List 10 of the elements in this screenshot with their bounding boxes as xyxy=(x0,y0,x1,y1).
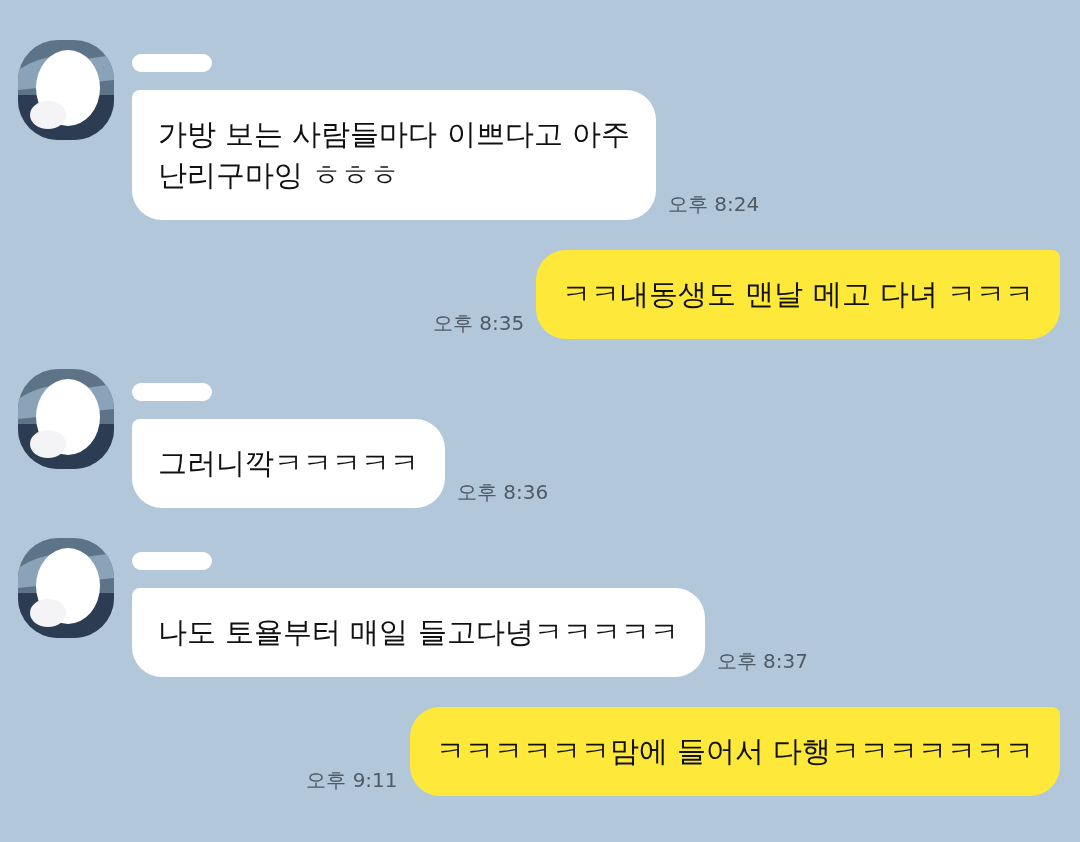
message-bubble: ㅋㅋ내동생도 맨날 메고 다녀 ㅋㅋㅋ xyxy=(536,250,1060,339)
message-time: 오후 8:36 xyxy=(457,479,549,506)
message-time: 오후 9:11 xyxy=(306,767,398,794)
message-time: 오후 8:37 xyxy=(716,648,808,675)
message-bubble: 나도 토욜부터 매일 들고다녕ㅋㅋㅋㅋㅋ xyxy=(132,588,705,677)
message-time: 오후 8:35 xyxy=(432,310,525,337)
message-time: 오후 8:24 xyxy=(667,191,760,218)
message-bubble: ㅋㅋㅋㅋㅋㅋ맘에 들어서 다행ㅋㅋㅋㅋㅋㅋㅋ xyxy=(409,707,1060,796)
message-bubble: 가방 보는 사람들마다 이쁘다고 아주 난리구마잉 ㅎㅎㅎ xyxy=(132,90,656,220)
message-bubble: 그러니깍ㅋㅋㅋㅋㅋ xyxy=(132,419,445,508)
